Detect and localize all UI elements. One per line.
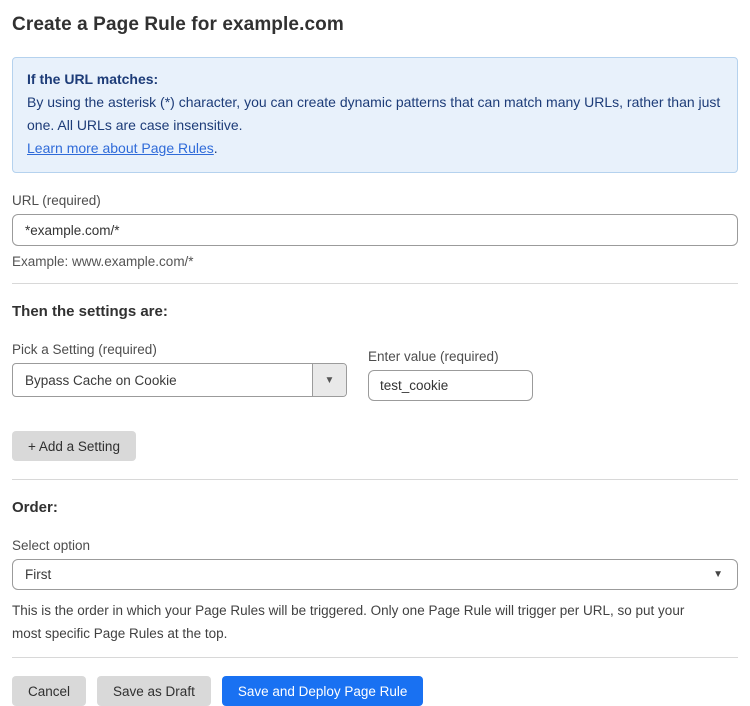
cancel-button[interactable]: Cancel [12,676,86,706]
url-field-label: URL (required) [12,193,738,208]
divider-before-footer [12,657,738,658]
link-period: . [214,140,218,156]
settings-section-heading: Then the settings are: [12,303,738,320]
url-example-hint: Example: www.example.com/* [12,254,738,269]
save-and-deploy-button[interactable]: Save and Deploy Page Rule [222,676,424,706]
info-box-link-line: Learn more about Page Rules. [27,137,723,160]
enter-value-column: Enter value (required) [368,349,533,401]
order-section-heading: Order: [12,499,738,516]
pick-setting-dropdown[interactable]: Bypass Cache on Cookie ▼ [12,363,347,397]
footer-actions: Cancel Save as Draft Save and Deploy Pag… [12,676,738,706]
divider-after-settings [12,479,738,480]
pick-setting-selected-value: Bypass Cache on Cookie [13,364,312,396]
divider-after-url [12,283,738,284]
pick-setting-label: Pick a Setting (required) [12,342,347,357]
order-selected-value: First [25,567,51,582]
chevron-down-icon: ▼ [325,375,335,386]
create-page-rule-form: Create a Page Rule for example.com If th… [0,0,750,688]
info-box-body: By using the asterisk (*) character, you… [27,91,723,137]
pick-setting-column: Pick a Setting (required) Bypass Cache o… [12,342,347,397]
learn-more-link[interactable]: Learn more about Page Rules [27,140,214,156]
setting-value-input[interactable] [368,370,533,401]
url-matches-info-box: If the URL matches: By using the asteris… [12,57,738,173]
order-select[interactable]: First ▼ [12,559,738,590]
info-box-heading: If the URL matches: [27,68,723,91]
dropdown-arrow-cell[interactable]: ▼ [312,364,346,396]
url-input[interactable] [12,214,738,246]
settings-row: Pick a Setting (required) Bypass Cache o… [12,342,738,401]
order-help-text: This is the order in which your Page Rul… [12,599,712,645]
save-as-draft-button[interactable]: Save as Draft [97,676,211,706]
enter-value-label: Enter value (required) [368,349,533,364]
add-setting-button[interactable]: + Add a Setting [12,431,136,461]
page-title: Create a Page Rule for example.com [12,14,738,36]
chevron-down-icon: ▼ [713,569,723,580]
order-select-label: Select option [12,538,738,553]
